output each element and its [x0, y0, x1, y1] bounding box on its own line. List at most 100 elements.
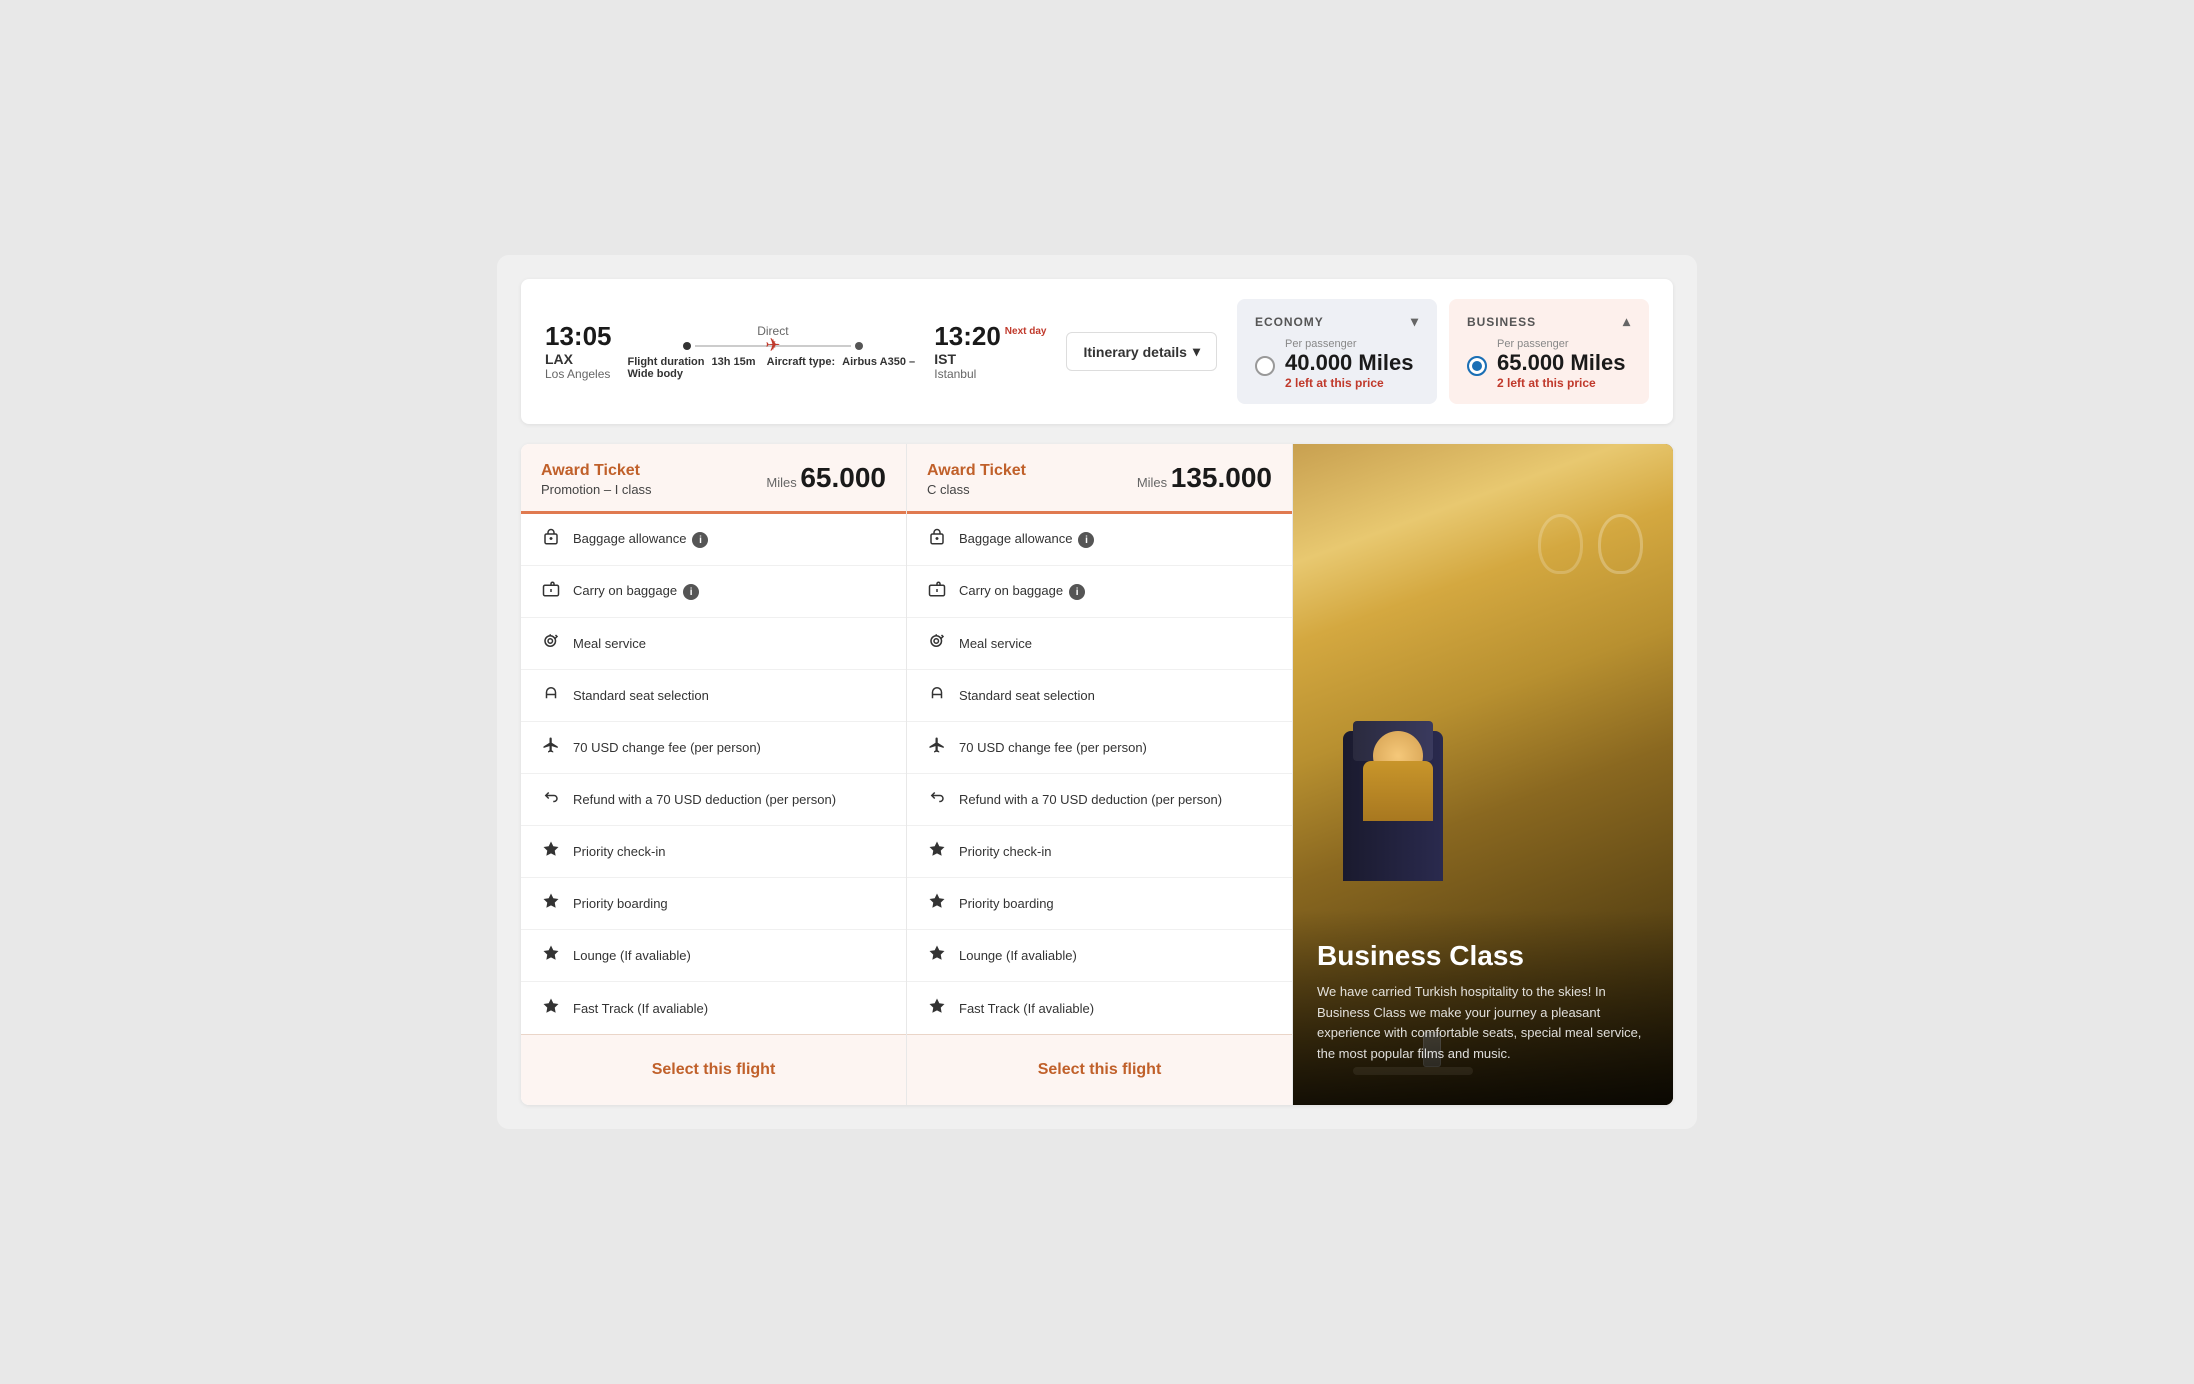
business-card-feature-9-icon [927, 997, 947, 1020]
economy-card-feature-7-text: Priority boarding [573, 896, 886, 911]
flight-middle: Direct ✈ Flight duration 13h 15m Aircraf… [628, 324, 919, 380]
business-header: BUSINESS ▴ [1467, 313, 1631, 330]
business-card-feature-1-icon [927, 580, 947, 603]
economy-header: ECONOMY ▾ [1255, 313, 1419, 330]
comparison-grid: Award Ticket Promotion – I class Miles 6… [521, 444, 1673, 1105]
business-card-miles-prefix: Miles [1137, 475, 1171, 490]
business-card-feature-0: Baggage allowancei [907, 514, 1292, 566]
business-card-feature-3: Standard seat selection [907, 670, 1292, 722]
business-card-feature-0-info-icon[interactable]: i [1078, 532, 1094, 548]
economy-card-feature-0-info-icon[interactable]: i [692, 532, 708, 548]
flight-route: 13:05 LAX Los Angeles Direct ✈ Flight du… [545, 322, 1046, 381]
business-card-header-left: Award Ticket C class [927, 462, 1026, 497]
economy-card-feature-0-icon [541, 528, 561, 551]
itinerary-button[interactable]: Itinerary details ▾ [1066, 332, 1217, 371]
economy-info: Per passenger 40.000 Miles 2 left at thi… [1285, 338, 1419, 390]
business-card-feature-5-icon [927, 788, 947, 811]
economy-label: ECONOMY [1255, 315, 1324, 329]
economy-card-feature-4-icon [541, 736, 561, 759]
departure-time: 13:05 [545, 322, 612, 351]
economy-card-feature-1-info-icon[interactable]: i [683, 584, 699, 600]
business-image-overlay: Business Class We have carried Turkish h… [1293, 910, 1673, 1105]
business-image-panel: Business Class We have carried Turkish h… [1293, 444, 1673, 1105]
business-info: Per passenger 65.000 Miles 2 left at thi… [1497, 338, 1631, 390]
business-card-feature-6-text: Priority check-in [959, 844, 1272, 859]
business-card-feature-7: Priority boarding [907, 878, 1292, 930]
main-container: 13:05 LAX Los Angeles Direct ✈ Flight du… [497, 255, 1697, 1129]
economy-card-miles-prefix: Miles [766, 475, 800, 490]
fare-panel-economy[interactable]: ECONOMY ▾ Per passenger 40.000 Miles 2 l… [1237, 299, 1437, 404]
business-per-passenger: Per passenger [1497, 338, 1631, 350]
economy-card-class-label: Promotion – I class [541, 482, 652, 497]
economy-card-feature-9-text: Fast Track (If avaliable) [573, 1001, 886, 1016]
economy-chevron-icon[interactable]: ▾ [1411, 313, 1419, 330]
business-card-feature-0-icon [927, 528, 947, 551]
business-radio[interactable] [1467, 356, 1487, 376]
business-card-feature-3-text: Standard seat selection [959, 688, 1272, 703]
business-card-class-label: C class [927, 482, 1026, 497]
economy-radio[interactable] [1255, 356, 1275, 376]
economy-card-header: Award Ticket Promotion – I class Miles 6… [521, 444, 906, 514]
flight-line: ✈ [683, 342, 863, 350]
business-card-feature-4-icon [927, 736, 947, 759]
economy-card-feature-8-icon [541, 944, 561, 967]
economy-card-feature-8: Lounge (If avaliable) [521, 930, 906, 982]
next-day-badge: Next day [1005, 326, 1047, 338]
business-card-feature-2-icon [927, 632, 947, 655]
business-label: BUSINESS [1467, 315, 1536, 329]
business-card-feature-1-info-icon[interactable]: i [1069, 584, 1085, 600]
economy-card-select-button[interactable]: Select this flight [541, 1051, 886, 1089]
business-card-feature-9-text: Fast Track (If avaliable) [959, 1001, 1272, 1016]
business-card-feature-4: 70 USD change fee (per person) [907, 722, 1292, 774]
arrival-time: 13:20 [934, 322, 1001, 351]
economy-card-feature-3-icon [541, 684, 561, 707]
economy-card-feature-1-text: Carry on baggagei [573, 583, 886, 601]
route-line: ✈ [695, 345, 851, 347]
business-card-feature-6: Priority check-in [907, 826, 1292, 878]
economy-availability: 2 left at this price [1285, 376, 1419, 390]
economy-per-passenger: Per passenger [1285, 338, 1419, 350]
economy-card-feature-2-text: Meal service [573, 636, 886, 651]
departure-dot [683, 342, 691, 350]
arrival-city: Istanbul [934, 367, 1046, 381]
departure-block: 13:05 LAX Los Angeles [545, 322, 612, 381]
economy-card-feature-2-icon [541, 632, 561, 655]
economy-card-feature-6-icon [541, 840, 561, 863]
economy-card-feature-5-text: Refund with a 70 USD deduction (per pers… [573, 792, 886, 807]
arrival-block: 13:20 Next day IST Istanbul [934, 322, 1046, 381]
economy-card-feature-5-icon [541, 788, 561, 811]
economy-card-feature-2: Meal service [521, 618, 906, 670]
flight-duration-row: Flight duration 13h 15m Aircraft type: A… [628, 356, 919, 380]
business-availability: 2 left at this price [1497, 376, 1631, 390]
economy-card-feature-6-text: Priority check-in [573, 844, 886, 859]
economy-card-feature-9-icon [541, 997, 561, 1020]
economy-card-feature-7-icon [541, 892, 561, 915]
economy-inner: Per passenger 40.000 Miles 2 left at thi… [1255, 338, 1419, 390]
economy-card-award-label: Award Ticket [541, 462, 652, 480]
economy-card-feature-7: Priority boarding [521, 878, 906, 930]
arrival-code: IST [934, 351, 1046, 367]
economy-card-miles-block: Miles 65.000 [766, 462, 886, 494]
economy-card-header-left: Award Ticket Promotion – I class [541, 462, 652, 497]
economy-card-feature-8-text: Lounge (If avaliable) [573, 948, 886, 963]
business-card-feature-8-icon [927, 944, 947, 967]
business-card-feature-2: Meal service [907, 618, 1292, 670]
business-card-feature-1-text: Carry on baggagei [959, 583, 1272, 601]
economy-card-feature-6: Priority check-in [521, 826, 906, 878]
aircraft-label: Aircraft type: [767, 356, 835, 368]
business-chevron-icon[interactable]: ▴ [1623, 313, 1631, 330]
economy-card-feature-0: Baggage allowancei [521, 514, 906, 566]
economy-card-feature-1-icon [541, 580, 561, 603]
arrival-dot [855, 342, 863, 350]
business-card-feature-8: Lounge (If avaliable) [907, 930, 1292, 982]
fare-panel-business[interactable]: BUSINESS ▴ Per passenger 65.000 Miles 2 … [1449, 299, 1649, 404]
economy-card-feature-4: 70 USD change fee (per person) [521, 722, 906, 774]
business-card-feature-5-text: Refund with a 70 USD deduction (per pers… [959, 792, 1272, 807]
economy-card-feature-3-text: Standard seat selection [573, 688, 886, 703]
duration-label: Flight duration [628, 356, 705, 368]
business-card-select-button[interactable]: Select this flight [927, 1051, 1272, 1089]
business-inner: Per passenger 65.000 Miles 2 left at thi… [1467, 338, 1631, 390]
economy-card-feature-9: Fast Track (If avaliable) [521, 982, 906, 1034]
plane-icon: ✈ [765, 335, 780, 356]
economy-card-features-list: Baggage allowancei Carry on baggagei Mea… [521, 514, 906, 1034]
